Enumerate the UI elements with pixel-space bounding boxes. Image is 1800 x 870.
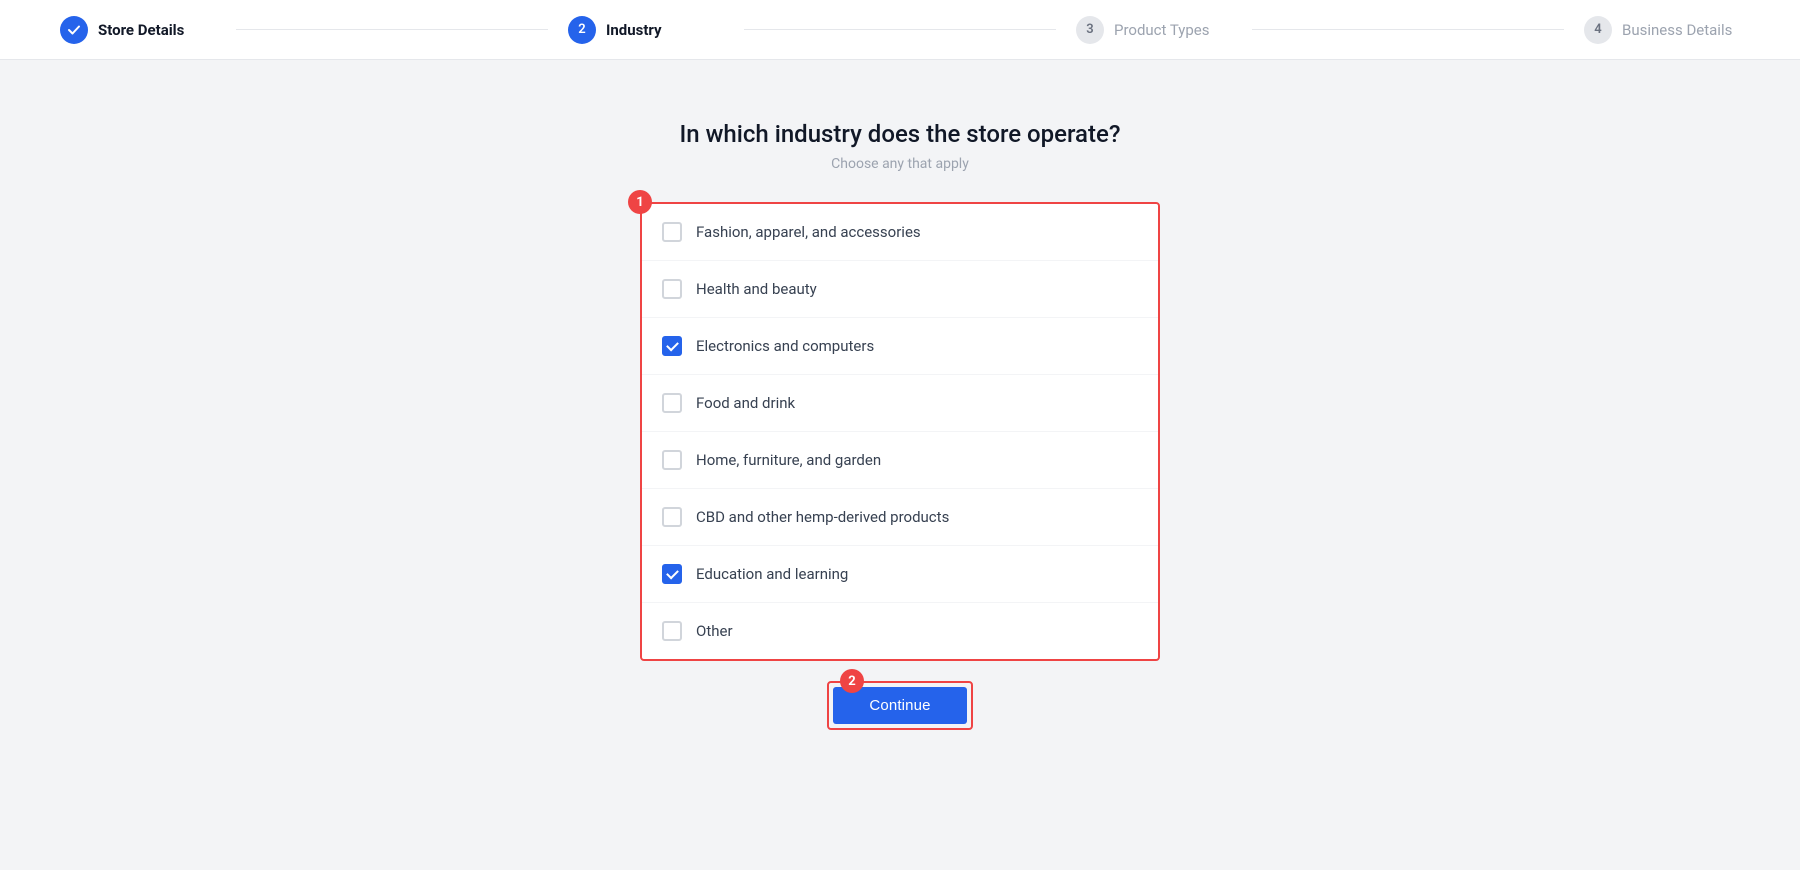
checkbox-home[interactable] — [662, 450, 682, 470]
checkbox-other[interactable] — [662, 621, 682, 641]
checkbox-electronics[interactable] — [662, 336, 682, 356]
step-circle-4: 4 — [1584, 16, 1612, 44]
checklist-item-electronics[interactable]: Electronics and computers — [642, 318, 1158, 375]
checklist-item-fashion[interactable]: Fashion, apparel, and accessories — [642, 204, 1158, 261]
checklist-item-cbd[interactable]: CBD and other hemp-derived products — [642, 489, 1158, 546]
main-content: In which industry does the store operate… — [0, 60, 1800, 730]
annotation-badge-2: 2 — [840, 669, 864, 693]
page-subtitle: Choose any that apply — [831, 156, 969, 172]
industry-checklist: Fashion, apparel, and accessories Health … — [640, 202, 1160, 661]
check-icon — [67, 23, 81, 37]
checklist-label-health: Health and beauty — [696, 280, 817, 298]
checklist-item-food[interactable]: Food and drink — [642, 375, 1158, 432]
checklist-label-fashion: Fashion, apparel, and accessories — [696, 223, 921, 241]
continue-section: 2 Continue — [827, 681, 972, 730]
step-product-types: 3 Product Types — [1076, 16, 1232, 44]
step-circle-3: 3 — [1076, 16, 1104, 44]
step-label-store-details: Store Details — [98, 21, 184, 39]
checklist-item-education[interactable]: Education and learning — [642, 546, 1158, 603]
step-industry: 2 Industry — [568, 16, 724, 44]
step-label-business-details: Business Details — [1622, 21, 1732, 39]
checkbox-fashion[interactable] — [662, 222, 682, 242]
page-title: In which industry does the store operate… — [679, 120, 1120, 148]
stepper: Store Details 2 Industry 3 Product Types… — [0, 0, 1800, 60]
step-divider-2 — [744, 29, 1056, 30]
step-label-industry: Industry — [606, 21, 662, 39]
checkbox-cbd[interactable] — [662, 507, 682, 527]
checklist-label-home: Home, furniture, and garden — [696, 451, 881, 469]
step-circle-1 — [60, 16, 88, 44]
checklist-label-cbd: CBD and other hemp-derived products — [696, 508, 949, 526]
checklist-label-food: Food and drink — [696, 394, 795, 412]
industry-checklist-container: 1 Fashion, apparel, and accessoriesHealt… — [640, 202, 1160, 661]
step-label-product-types: Product Types — [1114, 21, 1210, 39]
step-divider-1 — [236, 29, 548, 30]
step-store-details: Store Details — [60, 16, 216, 44]
step-divider-3 — [1252, 29, 1564, 30]
checklist-item-home[interactable]: Home, furniture, and garden — [642, 432, 1158, 489]
checkbox-health[interactable] — [662, 279, 682, 299]
checkbox-education[interactable] — [662, 564, 682, 584]
checklist-item-health[interactable]: Health and beauty — [642, 261, 1158, 318]
step-circle-2: 2 — [568, 16, 596, 44]
checklist-label-electronics: Electronics and computers — [696, 337, 874, 355]
checklist-label-education: Education and learning — [696, 565, 848, 583]
checkbox-food[interactable] — [662, 393, 682, 413]
checklist-item-other[interactable]: Other — [642, 603, 1158, 659]
checklist-label-other: Other — [696, 622, 733, 640]
step-business-details: 4 Business Details — [1584, 16, 1740, 44]
annotation-badge-1: 1 — [628, 190, 652, 214]
